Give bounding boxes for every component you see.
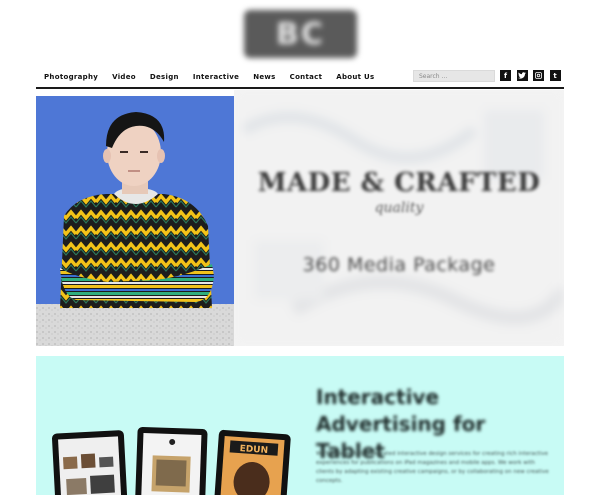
- facebook-icon[interactable]: f: [500, 70, 511, 81]
- hero-subtitle: 360 Media Package: [302, 254, 496, 276]
- hero-script-text: quality: [374, 200, 424, 216]
- nav-item-video[interactable]: Video: [112, 73, 136, 81]
- nav-item-news[interactable]: News: [253, 73, 275, 81]
- twitter-icon[interactable]: [516, 70, 528, 81]
- promo-description: We'll provide fully integrated interacti…: [316, 451, 549, 484]
- site-logo[interactable]: BC: [244, 10, 357, 58]
- nav-item-interactive[interactable]: Interactive: [193, 73, 239, 81]
- instagram-icon[interactable]: [533, 70, 544, 81]
- logo-text: BC: [276, 16, 325, 52]
- hero-banner[interactable]: MADE & CRAFTED quality 360 Media Package: [36, 90, 564, 346]
- main-navigation: Photography Video Design Interactive New…: [36, 68, 564, 89]
- hero-text-panel: MADE & CRAFTED quality 360 Media Package: [234, 90, 564, 346]
- social-links: f t: [500, 70, 566, 81]
- nav-item-photography[interactable]: Photography: [44, 73, 98, 81]
- nav-item-contact[interactable]: Contact: [290, 73, 323, 81]
- nav-item-about-us[interactable]: About Us: [336, 73, 374, 81]
- nav-menu: Photography Video Design Interactive New…: [44, 73, 389, 81]
- nav-item-design[interactable]: Design: [150, 73, 179, 81]
- tablet-mockups-image: EDUN: [52, 426, 291, 495]
- hero-title: MADE & CRAFTED: [257, 168, 541, 198]
- hero-portrait-image: [36, 96, 234, 346]
- search-input[interactable]: [413, 70, 495, 82]
- tumblr-icon[interactable]: t: [549, 70, 561, 81]
- tablet-promo-section[interactable]: EDUN Interactive Advertising for Tablet …: [36, 356, 564, 495]
- svg-text:EDUN: EDUN: [239, 444, 268, 456]
